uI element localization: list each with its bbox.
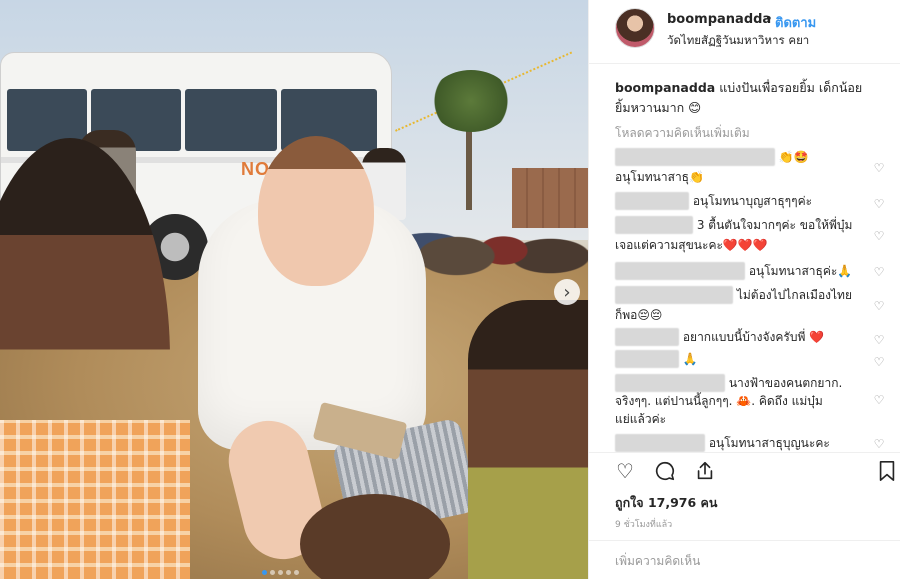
heart-icon[interactable]: ♡	[873, 162, 885, 174]
blurred-username	[615, 286, 733, 304]
share-icon[interactable]	[693, 459, 717, 483]
carousel-dot	[262, 570, 267, 575]
comment-text: นางฟ้าของคนตกยาก.	[728, 376, 843, 390]
comment-text: อนุโมทนาสาธุ👏	[615, 170, 704, 184]
likes-count[interactable]: ถูกใจ 17,976 คน	[615, 493, 717, 513]
comment-text: อนุโมทนาสาธุบุญนะคะ	[708, 436, 830, 450]
comment-icon[interactable]	[653, 459, 677, 483]
comment-row: 👏🤩	[615, 148, 871, 166]
post-sidebar: boompanadda • ติดตาม วัดไทยสัฏฐิวันมหาวิ…	[588, 0, 900, 579]
blurred-username	[615, 350, 679, 368]
carousel-dot	[286, 570, 291, 575]
boy-plaid-shirt	[0, 420, 190, 579]
separator-dot: •	[765, 12, 773, 27]
post-timestamp[interactable]: 9 ชั่วโมงที่แล้ว	[615, 517, 672, 531]
comment-text: เจอแต่ความสุขนะคะ❤️❤️❤️	[615, 238, 768, 252]
post-photo[interactable]: NO ›	[0, 0, 588, 579]
add-comment-input[interactable]	[615, 551, 875, 571]
comment-text: 👏🤩	[778, 150, 809, 164]
comment-text: 🙏	[682, 352, 698, 366]
chevron-right-icon[interactable]: ›	[554, 279, 580, 305]
blurred-username	[615, 434, 705, 452]
comment-row: 3 ตื้นตันใจมากๆค่ะ ขอให้พี่บุ๋ม	[615, 216, 871, 234]
likes-unit: คน	[700, 495, 718, 510]
woman-face	[258, 136, 374, 286]
comment-row: อนุโมทนาบุญสาธุๆๆค่ะ	[615, 192, 871, 210]
heart-icon[interactable]: ♡	[873, 300, 885, 312]
likes-number: 17,976	[647, 495, 697, 510]
bookmark-icon-svg	[879, 461, 895, 481]
heart-icon[interactable]: ♡	[873, 266, 885, 278]
post-header: boompanadda • ติดตาม วัดไทยสัฏฐิวันมหาวิ…	[589, 0, 900, 64]
comments-list[interactable]: boompanadda แบ่งปันเพื่อรอยยิ้ม เด็กน้อย…	[589, 64, 900, 452]
comment-row: อยากแบบนี้บ้างจังครับพี่ ❤️	[615, 328, 871, 346]
bus-window	[185, 89, 277, 151]
location-link[interactable]: วัดไทยสัฏฐิวันมหาวิหาร คยา	[667, 32, 809, 50]
load-more-comments-button[interactable]: โหลดความคิดเห็นเพิ่มเติม	[615, 124, 750, 143]
blurred-username	[615, 262, 745, 280]
comment-row: เจอแต่ความสุขนะคะ❤️❤️❤️	[615, 236, 871, 254]
palm-tree	[430, 70, 512, 132]
add-comment-bar	[589, 540, 900, 579]
likes-label: ถูกใจ	[615, 495, 644, 510]
comment-text: ก็พอ😔😔	[615, 308, 663, 322]
blurred-username	[615, 148, 775, 166]
bookmark-icon[interactable]	[875, 459, 899, 483]
comment-row: อนุโมทนาสาธุบุญนะคะ	[615, 434, 871, 452]
post-actions: ♡ ถูกใจ 17,976 คน 9 ชั่วโมงที่แล้ว	[589, 452, 900, 534]
comment-text: 3 ตื้นตันใจมากๆค่ะ ขอให้พี่บุ๋ม	[696, 218, 853, 232]
comment-row: ก็พอ😔😔	[615, 306, 871, 324]
caption: boompanadda แบ่งปันเพื่อรอยยิ้ม เด็กน้อย…	[615, 78, 875, 118]
blurred-username	[615, 216, 693, 234]
carousel-dot	[270, 570, 275, 575]
follow-button[interactable]: ติดตาม	[775, 12, 816, 33]
heart-icon[interactable]: ♡	[873, 198, 885, 210]
heart-icon[interactable]: ♡	[873, 394, 885, 406]
comment-text: อนุโมทนาสาธุค่ะ🙏	[748, 264, 853, 278]
comment-icon-svg	[655, 461, 675, 481]
avatar[interactable]	[615, 8, 655, 48]
heart-icon[interactable]: ♡	[873, 438, 885, 450]
comment-row: จริงๆๆ. แต่ปานนี้ลูกๆๆ. 🦀. คิดถึง แม่บุ๋…	[615, 392, 871, 410]
heart-icon[interactable]: ♡	[873, 334, 885, 346]
comment-row: แย่แล้วค่ะ	[615, 410, 871, 428]
username-link[interactable]: boompanadda	[667, 12, 771, 27]
comment-row: อนุโมทนาสาธุค่ะ🙏	[615, 262, 871, 280]
blurred-username	[615, 374, 725, 392]
heart-icon[interactable]: ♡	[873, 230, 885, 242]
carousel-dots	[262, 570, 299, 575]
comment-row: อนุโมทนาสาธุ👏	[615, 168, 871, 186]
comment-text: จริงๆๆ. แต่ปานนี้ลูกๆๆ. 🦀. คิดถึง แม่บุ๋…	[615, 394, 823, 408]
comment-text: อนุโมทนาบุญสาธุๆๆค่ะ	[692, 194, 813, 208]
blurred-username	[615, 192, 689, 210]
comment-row: 🙏	[615, 350, 871, 368]
comment-row: ไม่ต้องไปไกลเมืองไทย	[615, 286, 871, 304]
heart-icon[interactable]: ♡	[613, 459, 637, 483]
comment-text: แย่แล้วค่ะ	[615, 412, 667, 426]
comment-text: ไม่ต้องไปไกลเมืองไทย	[736, 288, 852, 302]
child-right	[468, 300, 588, 579]
carousel-dot	[294, 570, 299, 575]
carousel-dot	[278, 570, 283, 575]
comment-text: อยากแบบนี้บ้างจังครับพี่ ❤️	[682, 330, 825, 344]
comment-row: นางฟ้าของคนตกยาก.	[615, 374, 871, 392]
heart-icon[interactable]: ♡	[873, 356, 885, 368]
caption-username[interactable]: boompanadda	[615, 80, 715, 95]
share-icon-svg	[697, 461, 713, 480]
blurred-username	[615, 328, 679, 346]
